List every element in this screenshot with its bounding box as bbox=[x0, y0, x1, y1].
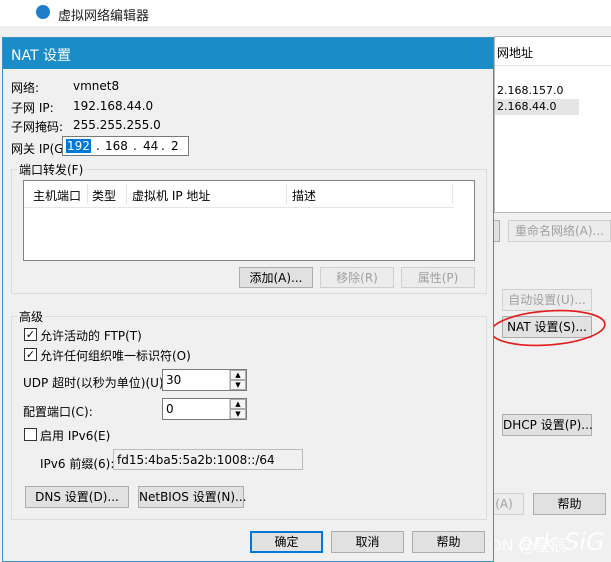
dialog-help-button[interactable]: 帮助 bbox=[412, 531, 485, 553]
allow-ftp-checkbox[interactable]: ✓ bbox=[24, 328, 37, 341]
udp-timeout-label: UDP 超时(以秒为单位)(U): bbox=[23, 376, 168, 390]
gateway-octet-4[interactable]: 2 bbox=[171, 139, 179, 153]
octet-dot: . bbox=[133, 139, 137, 153]
column-type[interactable]: 类型 bbox=[92, 187, 116, 204]
nat-settings-dialog: NAT 设置 网络: vmnet8 子网 IP: 192.168.44.0 子网… bbox=[2, 37, 494, 562]
dialog-title-bar[interactable]: NAT 设置 bbox=[3, 38, 493, 69]
ok-button[interactable]: 确定 bbox=[250, 531, 323, 553]
spin-down-icon[interactable]: ▼ bbox=[230, 380, 246, 390]
enable-ipv6-label[interactable]: 启用 IPv6(E) bbox=[40, 427, 110, 444]
globe-icon bbox=[36, 5, 50, 19]
column-description[interactable]: 描述 bbox=[292, 187, 316, 204]
octet-dot: . bbox=[96, 139, 100, 153]
octet-dot: . bbox=[161, 139, 165, 153]
gateway-octet-1[interactable]: 192 bbox=[66, 139, 91, 153]
spin-up-icon[interactable]: ▲ bbox=[230, 399, 246, 409]
ipv6-prefix-value[interactable]: fd15:4ba5:5a2b:1008::/64 bbox=[117, 453, 275, 467]
subnet-ip-value: 192.168.44.0 bbox=[73, 99, 154, 113]
gateway-ip-input[interactable]: 192 . 168 . 44 . 2 bbox=[62, 136, 189, 156]
allow-ftp-label[interactable]: 允许活动的 FTP(T) bbox=[40, 327, 142, 344]
remove-port-button[interactable]: 移除(R) bbox=[320, 267, 394, 288]
column-divider bbox=[286, 184, 287, 204]
column-header-subnet[interactable]: 网地址 bbox=[495, 37, 611, 66]
udp-timeout-value[interactable]: 30 bbox=[166, 373, 181, 387]
config-port-value[interactable]: 0 bbox=[166, 402, 174, 416]
enable-ipv6-checkbox[interactable] bbox=[24, 428, 37, 441]
network-label: 网络: bbox=[11, 81, 40, 95]
column-host-port[interactable]: 主机端口 bbox=[33, 187, 81, 204]
red-annotation-circle bbox=[490, 309, 606, 347]
ipv6-prefix-label: IPv6 前缀(6): bbox=[40, 457, 115, 471]
port-forwarding-list[interactable]: 主机端口 类型 虚拟机 IP 地址 描述 bbox=[23, 180, 475, 261]
dialog-title: NAT 设置 bbox=[11, 48, 71, 64]
port-spin-buttons[interactable]: ▲ ▼ bbox=[229, 399, 246, 419]
network-table[interactable]: 网地址 2.168.157.0 2.168.44.0 bbox=[494, 36, 611, 213]
port-properties-button[interactable]: 属性(P) bbox=[401, 267, 475, 288]
column-vm-ip[interactable]: 虚拟机 IP 地址 bbox=[132, 187, 210, 204]
config-port-label: 配置端口(C): bbox=[23, 405, 93, 419]
editor-help-button[interactable]: 帮助 bbox=[533, 493, 606, 515]
rename-network-button[interactable]: 重命名网络(A)... bbox=[508, 220, 611, 242]
netbios-settings-button[interactable]: NetBIOS 设置(N)... bbox=[138, 486, 247, 508]
subnet-mask-label: 子网掩码: bbox=[11, 120, 64, 134]
spin-up-icon[interactable]: ▲ bbox=[230, 370, 246, 380]
advanced-title: 高级 bbox=[17, 308, 46, 325]
list-header: 主机端口 类型 虚拟机 IP 地址 描述 bbox=[24, 181, 454, 208]
ipv6-prefix-input[interactable]: fd15:4ba5:5a2b:1008::/64 bbox=[113, 449, 303, 470]
allow-org-checkbox[interactable]: ✓ bbox=[24, 348, 37, 361]
subnet-ip-label: 子网 IP: bbox=[11, 101, 54, 115]
network-value: vmnet8 bbox=[73, 79, 120, 93]
column-divider bbox=[126, 184, 127, 204]
watermark-large: ork SiG bbox=[518, 528, 605, 556]
port-forwarding-title: 端口转发(F) bbox=[17, 161, 86, 178]
dns-settings-button[interactable]: DNS 设置(D)... bbox=[25, 486, 129, 508]
column-divider bbox=[452, 184, 453, 204]
subnet-mask-value: 255.255.255.0 bbox=[73, 118, 161, 132]
dhcp-settings-button[interactable]: DHCP 设置(P)... bbox=[502, 414, 593, 436]
udp-spin-buttons[interactable]: ▲ ▼ bbox=[229, 370, 246, 390]
spin-down-icon[interactable]: ▼ bbox=[230, 409, 246, 419]
allow-org-label[interactable]: 允许任何组织唯一标识符(O) bbox=[40, 347, 191, 364]
config-port-stepper[interactable]: 0 ▲ ▼ bbox=[162, 398, 247, 420]
column-divider bbox=[87, 184, 88, 204]
udp-timeout-stepper[interactable]: 30 ▲ ▼ bbox=[162, 369, 247, 391]
editor-title: 虚拟网络编辑器 bbox=[58, 9, 150, 24]
table-row[interactable]: 2.168.157.0 bbox=[495, 83, 611, 99]
editor-title-bar: 虚拟网络编辑器 bbox=[0, 0, 611, 26]
add-port-button[interactable]: 添加(A)... bbox=[239, 267, 313, 288]
gateway-octet-3[interactable]: 44 bbox=[143, 139, 158, 153]
cancel-button[interactable]: 取消 bbox=[331, 531, 404, 553]
gateway-octet-2[interactable]: 168 bbox=[105, 139, 128, 153]
table-row[interactable]: 2.168.44.0 bbox=[495, 99, 579, 115]
